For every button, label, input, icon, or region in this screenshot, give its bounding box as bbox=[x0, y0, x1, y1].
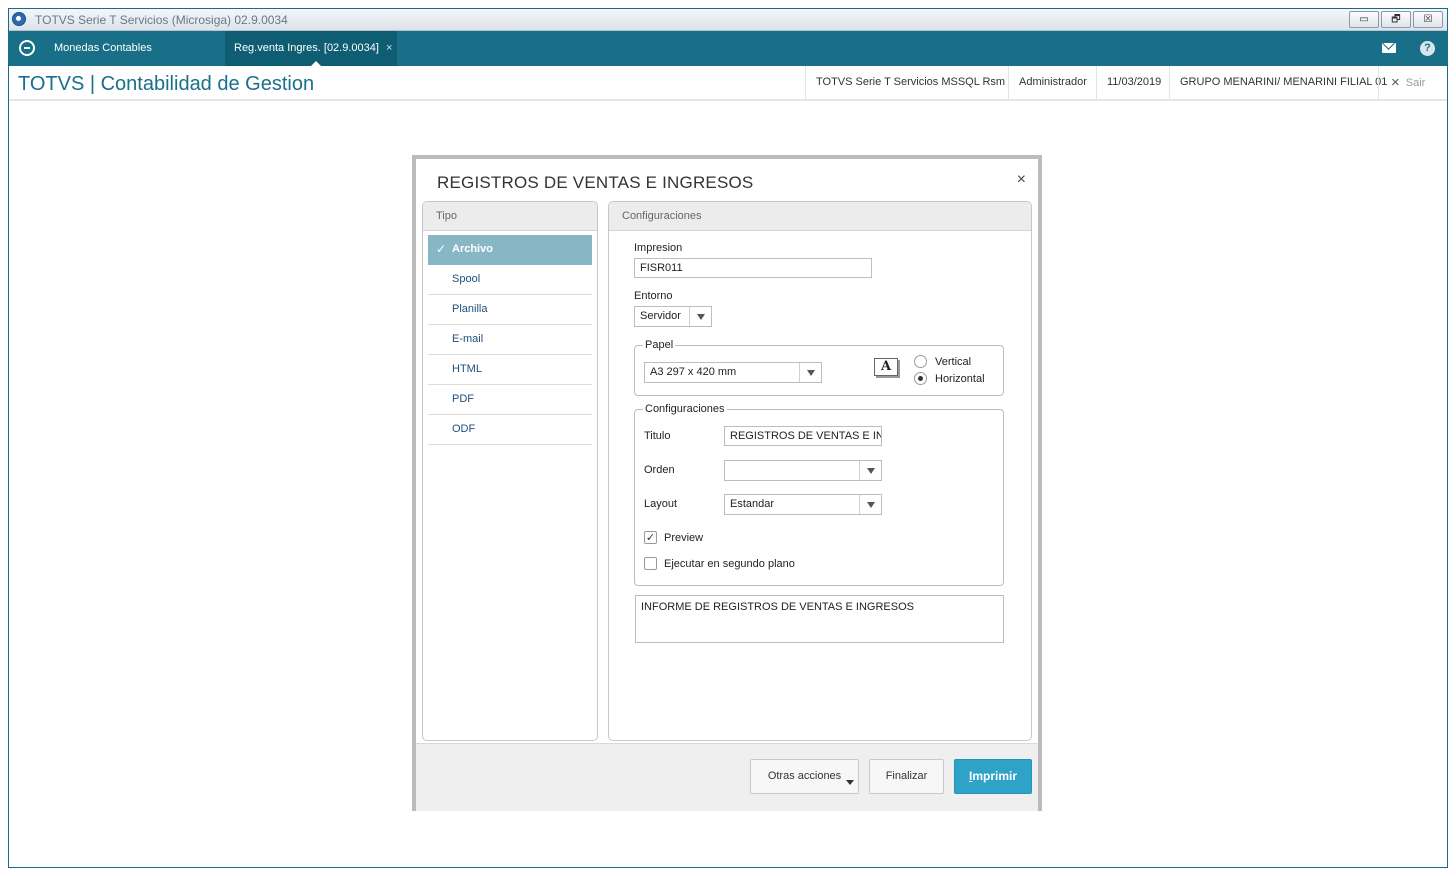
module-title: TOTVS | Contabilidad de Gestion bbox=[18, 73, 315, 95]
layout-label: Layout bbox=[644, 498, 678, 510]
tipo-header: Tipo bbox=[423, 202, 597, 231]
papel-select[interactable]: A3 297 x 420 mm bbox=[644, 362, 822, 383]
imprimir-button[interactable]: Imprimir bbox=[954, 759, 1032, 794]
tipo-item-html[interactable]: HTML bbox=[428, 355, 592, 385]
check-icon: ✓ bbox=[436, 242, 447, 256]
tipo-item-pdf[interactable]: PDF bbox=[428, 385, 592, 415]
entorno-select[interactable]: Servidor bbox=[634, 306, 712, 327]
horizontal-radio[interactable] bbox=[914, 372, 927, 385]
configuraciones-legend: Configuraciones bbox=[643, 403, 727, 415]
close-window-button[interactable]: ☒ bbox=[1413, 11, 1443, 28]
tipo-item-email[interactable]: E-mail bbox=[428, 325, 592, 355]
chevron-down-icon bbox=[689, 307, 711, 326]
configuraciones-panel: Configuraciones Impresion FISR011 Entorn… bbox=[608, 201, 1032, 741]
date-info: 11/03/2019 bbox=[1096, 66, 1171, 99]
app-logo-icon bbox=[12, 12, 26, 26]
print-dialog: REGISTROS DE VENTAS E INGRESOS × Tipo ✓ A… bbox=[412, 155, 1042, 811]
help-icon[interactable]: ? bbox=[1420, 41, 1435, 56]
entorno-label: Entorno bbox=[634, 290, 673, 302]
configuraciones-group: Configuraciones Titulo REGISTROS DE VENT… bbox=[634, 403, 1004, 586]
horizontal-label: Horizontal bbox=[935, 373, 985, 385]
otras-acciones-button[interactable]: Otras acciones bbox=[750, 759, 859, 794]
chevron-down-icon bbox=[846, 780, 854, 785]
minimize-button[interactable]: ▭ bbox=[1349, 11, 1379, 28]
dialog-close-icon[interactable]: × bbox=[1017, 171, 1026, 189]
papel-value: A3 297 x 420 mm bbox=[650, 366, 737, 378]
papel-group: Papel A3 297 x 420 mm A Vertical Horizon… bbox=[634, 339, 1004, 396]
tipo-item-odf[interactable]: ODF bbox=[428, 415, 592, 445]
tipo-item-spool[interactable]: Spool bbox=[428, 265, 592, 295]
imprimir-label: mprimir bbox=[972, 769, 1018, 783]
dialog-title: REGISTROS DE VENTAS E INGRESOS bbox=[437, 173, 754, 192]
description-textarea[interactable]: INFORME DE REGISTROS DE VENTAS E INGRESO… bbox=[635, 595, 1004, 643]
entorno-value: Servidor bbox=[640, 310, 681, 322]
exit-label: Sair bbox=[1405, 77, 1426, 89]
papel-legend: Papel bbox=[643, 339, 676, 351]
window-title: TOTVS Serie T Servicios (Microsiga) 02.9… bbox=[35, 13, 288, 27]
totvs-menu-icon[interactable] bbox=[19, 40, 35, 56]
finalizar-button[interactable]: Finalizar bbox=[869, 759, 944, 794]
preview-checkbox[interactable]: ✓ bbox=[644, 531, 657, 544]
window-controls: ▭ 🗗 ☒ bbox=[1349, 11, 1443, 28]
chevron-down-icon bbox=[799, 363, 821, 382]
exit-button[interactable]: × Sair bbox=[1378, 66, 1425, 99]
tipo-panel: Tipo ✓ Archivo Spool Planilla E-mail HTML… bbox=[422, 201, 598, 741]
orden-select[interactable] bbox=[724, 460, 882, 481]
tipo-item-planilla[interactable]: Planilla bbox=[428, 295, 592, 325]
background-checkbox[interactable] bbox=[644, 557, 657, 570]
impresion-input[interactable]: FISR011 bbox=[634, 258, 872, 278]
layout-value: Estandar bbox=[730, 498, 775, 510]
configuraciones-header: Configuraciones bbox=[609, 202, 1031, 231]
tipo-list: ✓ Archivo Spool Planilla E-mail HTML PDF … bbox=[428, 235, 592, 445]
tipo-item-label: Archivo bbox=[452, 243, 493, 255]
app-header: TOTVS | Contabilidad de Gestion TOTVS Se… bbox=[9, 66, 1447, 101]
close-icon: × bbox=[1391, 74, 1400, 91]
restore-button[interactable]: 🗗 bbox=[1381, 11, 1411, 28]
vertical-label: Vertical bbox=[935, 356, 972, 368]
vertical-radio[interactable] bbox=[914, 355, 927, 368]
environment-info: TOTVS Serie T Servicios MSSQL Rsm bbox=[805, 66, 1015, 99]
tab-reg-venta-ingres[interactable]: Reg.venta Ingres. [02.9.0034] × bbox=[225, 31, 397, 66]
tab-bar: Monedas Contables [02.9.0034]× Reg.venta… bbox=[9, 31, 1447, 89]
user-info: Administrador bbox=[1008, 66, 1097, 99]
orden-label: Orden bbox=[644, 464, 675, 476]
dialog-footer: Otras acciones Finalizar Imprimir bbox=[416, 743, 1038, 811]
company-info: GRUPO MENARINI/ MENARINI FILIAL 01 bbox=[1169, 66, 1397, 99]
tab-close-icon[interactable]: × bbox=[386, 42, 392, 54]
mail-icon[interactable] bbox=[1382, 43, 1396, 53]
layout-select[interactable]: Estandar bbox=[724, 494, 882, 515]
chevron-down-icon bbox=[859, 461, 881, 480]
preview-label: Preview bbox=[664, 532, 704, 544]
tab-monedas-contables[interactable]: Monedas Contables [02.9.0034]× bbox=[45, 31, 223, 89]
titulo-label: Titulo bbox=[644, 430, 671, 442]
otras-acciones-label: Otras acciones bbox=[767, 770, 842, 782]
background-label: Ejecutar en segundo plano bbox=[664, 558, 795, 570]
tipo-item-archivo[interactable]: ✓ Archivo bbox=[428, 235, 592, 265]
chevron-down-icon bbox=[859, 495, 881, 514]
impresion-label: Impresion bbox=[634, 242, 683, 254]
window-titlebar: TOTVS Serie T Servicios (Microsiga) 02.9… bbox=[9, 9, 1447, 31]
titulo-input[interactable]: REGISTROS DE VENTAS E INGRESOS bbox=[724, 426, 882, 446]
tab-label: Reg.venta Ingres. [02.9.0034] bbox=[234, 42, 379, 54]
paper-orientation-icon: A bbox=[874, 358, 898, 376]
